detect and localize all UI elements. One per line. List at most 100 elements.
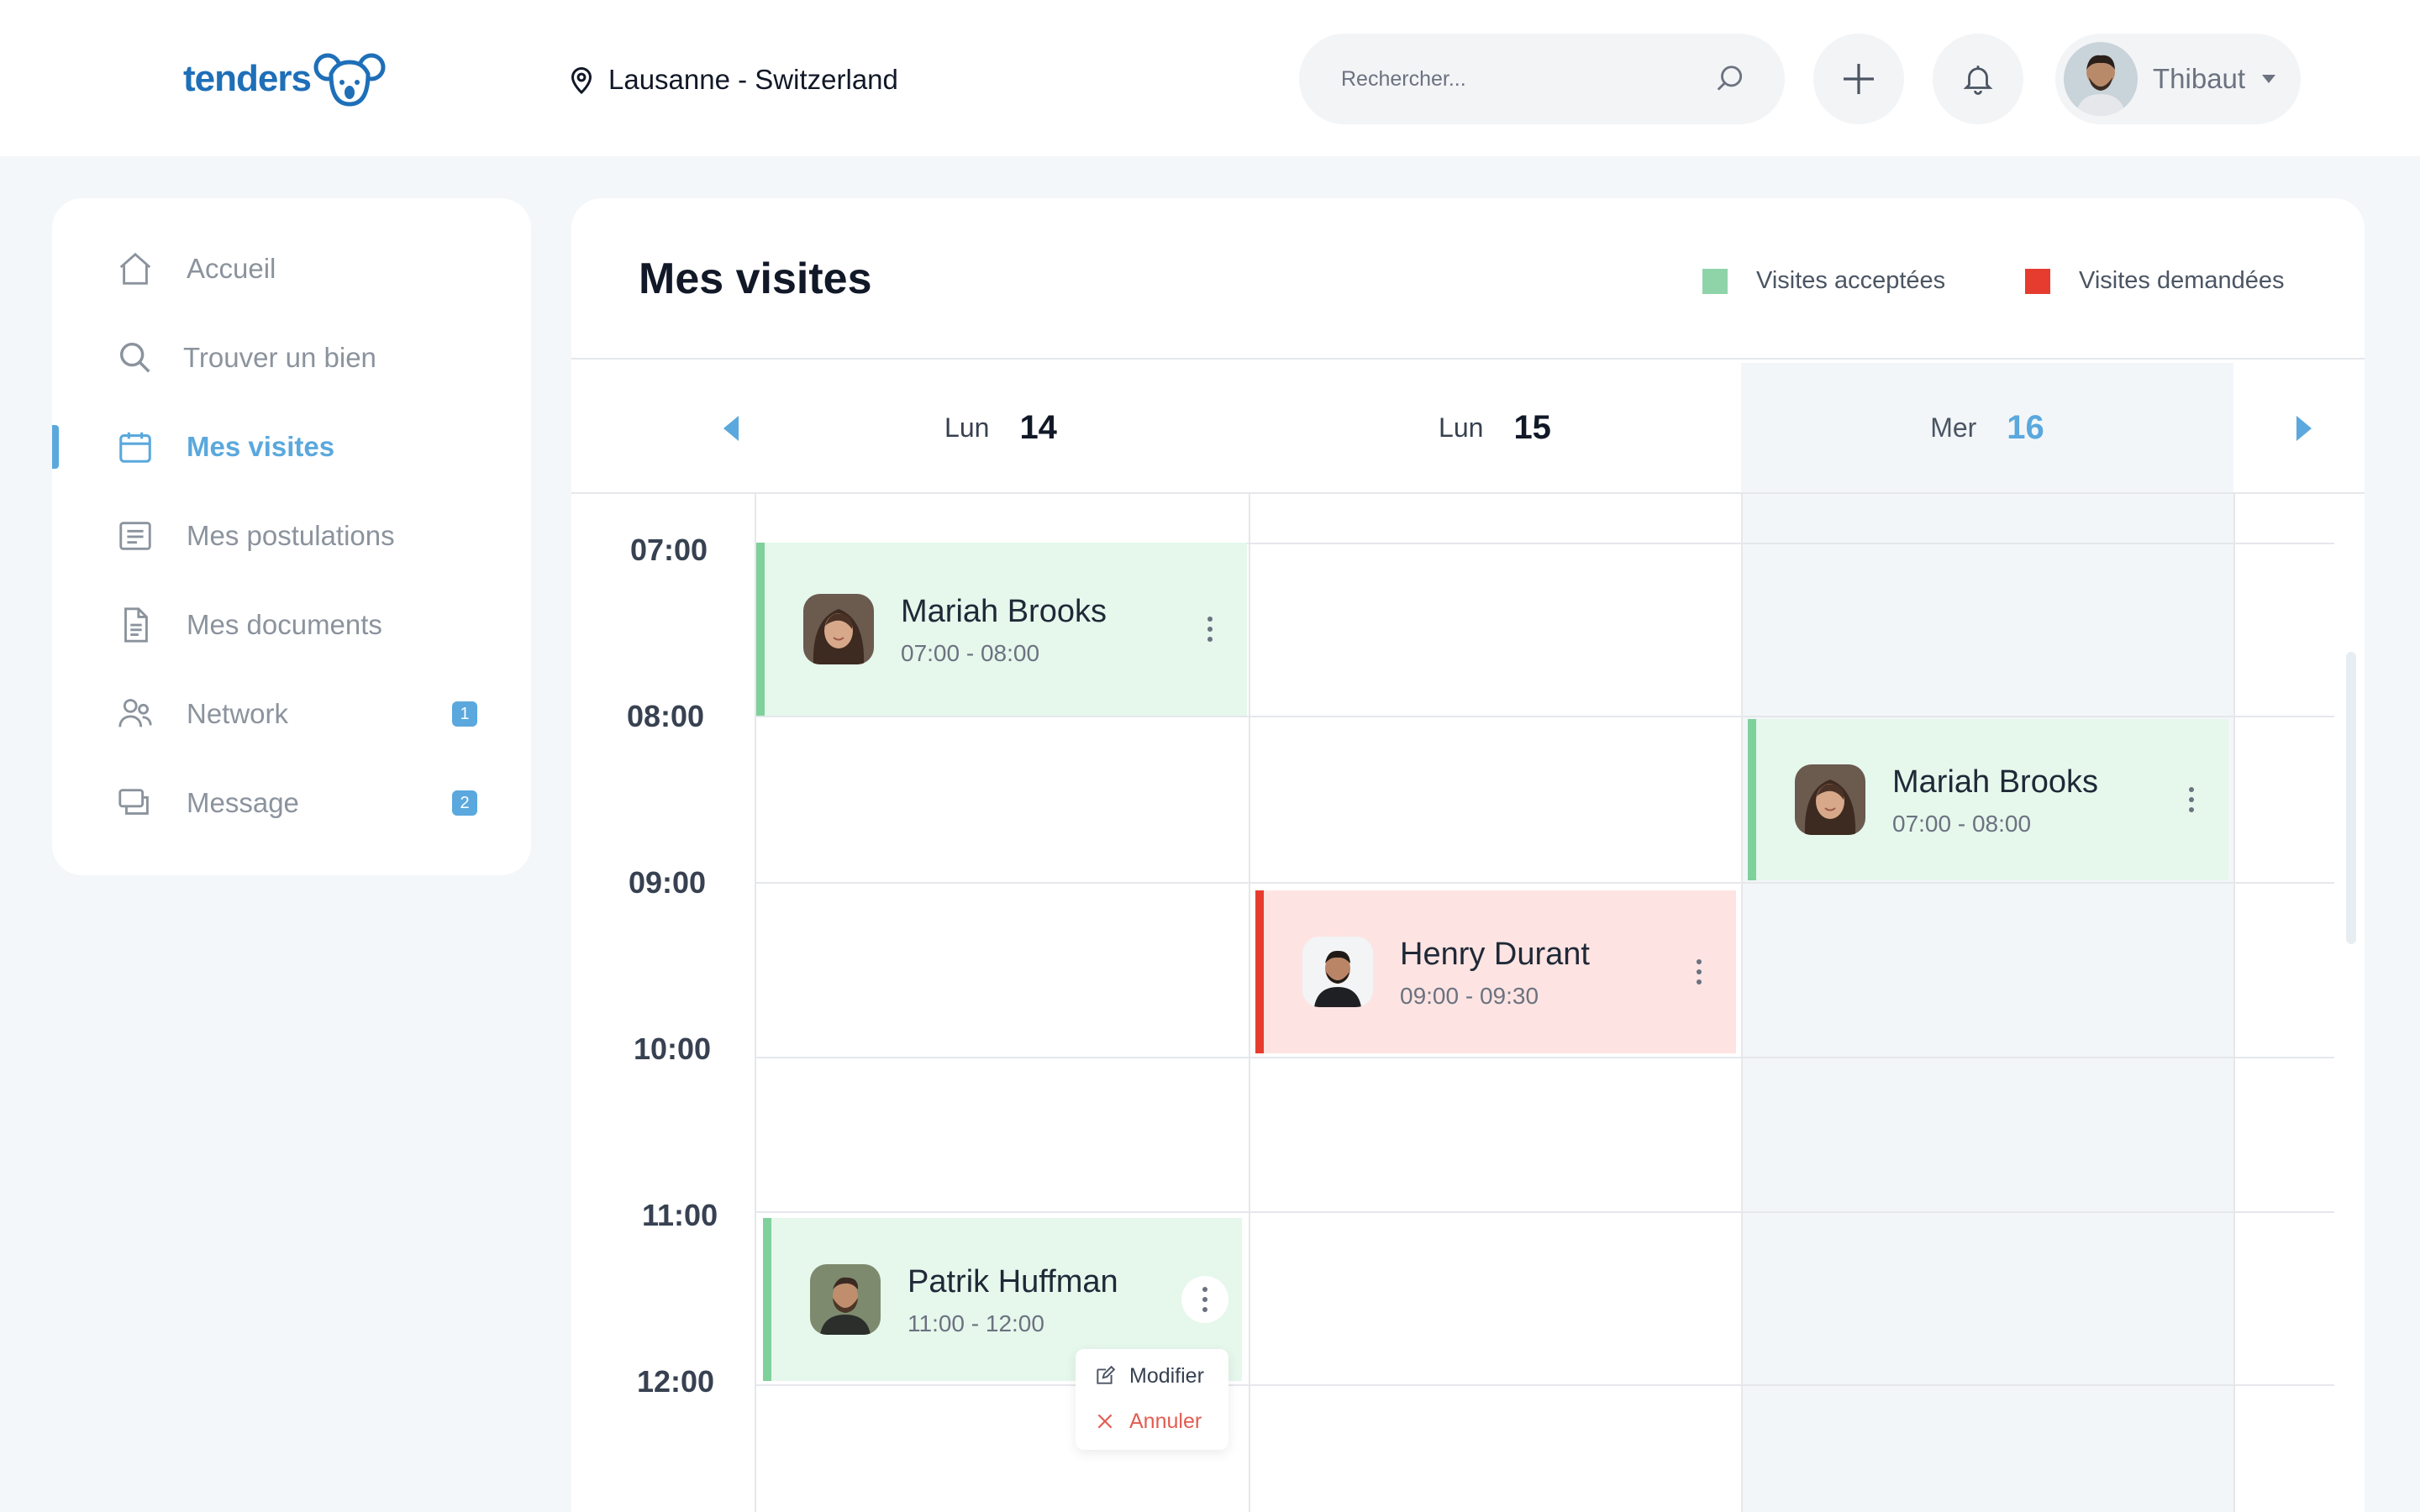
sidebar: Accueil Trouver un bien Mes visites Mes … [52,198,531,875]
accepted-swatch [1702,268,1728,294]
cancel-label: Annuler [1129,1409,1202,1433]
event-menu-button[interactable] [1676,948,1723,995]
more-vertical-icon [1207,614,1213,644]
sidebar-item-message[interactable]: Message 2 [52,768,531,838]
user-name: Thibaut [2153,63,2246,94]
top-bar: tenders Lausanne - Switzerland Recherche… [0,0,2420,156]
home-icon [119,252,151,285]
avatar [803,594,874,664]
notifications-button[interactable] [1933,34,2023,124]
visitor-name: Mariah Brooks [1892,764,2098,800]
divider [571,358,2365,360]
calendar-icon [119,432,151,463]
avatar [1795,764,1865,835]
time-label: 10:00 [634,1032,712,1066]
day-header-1[interactable]: Lun 15 [1249,363,1741,492]
visit-time: 07:00 - 08:00 [1892,811,2032,837]
add-button[interactable] [1813,34,1904,124]
sidebar-item-label: Mes visites [187,431,335,462]
main-panel: Mes visites Visites acceptées Visites de… [571,198,2365,1512]
sidebar-item-trouver-un-bien[interactable]: Trouver un bien [52,323,531,393]
hour-line [755,716,2334,717]
visit-event[interactable]: Mariah Brooks 07:00 - 08:00 [756,543,1247,716]
day-header-0[interactable]: Lun 14 [755,363,1247,492]
sidebar-item-mes-postulations[interactable]: Mes postulations [52,501,531,571]
sidebar-item-network[interactable]: Network 1 [52,679,531,749]
more-vertical-icon [2189,785,2194,815]
visitor-name: Patrik Huffman [908,1264,1118,1299]
plus-icon [1844,64,1874,94]
location-text: Lausanne - Switzerland [608,64,898,95]
document-icon [124,607,148,643]
previous-week-button[interactable] [714,412,748,445]
search-bar[interactable] [1299,34,1785,124]
hour-line [755,1211,2334,1213]
avatar [1302,937,1373,1007]
avatar [810,1264,881,1335]
location-pin-icon [571,67,592,95]
day-number: 16 [2007,408,2044,446]
day-name: Lun [1439,412,1484,443]
sidebar-item-accueil[interactable]: Accueil [52,234,531,304]
selected-day-column [1741,494,2233,1512]
next-week-button[interactable] [2287,412,2321,445]
requested-swatch [2025,268,2050,294]
visit-time: 07:00 - 08:00 [901,640,1040,666]
visit-event[interactable]: Mariah Brooks 07:00 - 08:00 [1748,719,2228,880]
hour-line [755,882,2334,884]
count-badge: 2 [452,790,477,816]
chevron-left-icon [723,416,739,441]
visitor-name: Mariah Brooks [901,594,1107,629]
more-vertical-icon [1697,957,1702,987]
event-menu-button[interactable] [1186,606,1234,653]
day-name: Mer [1930,412,1977,443]
sidebar-item-mes-documents[interactable]: Mes documents [52,590,531,660]
cancel-menu-item[interactable]: Annuler [1094,1404,1202,1438]
scrollbar[interactable] [2346,652,2356,944]
event-context-menu: Modifier Annuler [1076,1349,1228,1450]
hour-line [755,1384,2334,1386]
edit-menu-item[interactable]: Modifier [1094,1359,1204,1393]
location[interactable]: Lausanne - Switzerland [566,59,898,101]
search-input[interactable] [1341,66,1714,92]
sidebar-item-mes-visites[interactable]: Mes visites [52,412,531,482]
time-label: 08:00 [627,699,705,733]
count-badge: 1 [452,701,477,727]
chat-icon [118,789,149,815]
event-details: Patrik Huffman 11:00 - 12:00 [908,1262,1118,1337]
visit-time: 09:00 - 09:30 [1400,983,1539,1009]
time-label: 09:00 [629,865,707,900]
column-divider [2233,494,2235,1512]
day-number: 14 [1019,408,1057,446]
page-title: Mes visites [639,255,872,303]
event-details: Mariah Brooks 07:00 - 08:00 [901,591,1107,667]
visit-event[interactable]: Henry Durant 09:00 - 09:30 [1255,890,1736,1053]
sidebar-item-label: Mes documents [187,609,382,640]
event-details: Mariah Brooks 07:00 - 08:00 [1892,762,2098,837]
logo[interactable]: tenders [183,49,387,109]
event-menu-button[interactable] [1181,1276,1228,1323]
event-details: Henry Durant 09:00 - 09:30 [1400,934,1590,1010]
koala-logo-icon [313,53,386,107]
search-icon [119,342,150,373]
avatar [2064,42,2138,116]
users-icon [118,699,152,727]
close-icon [1097,1414,1113,1429]
time-label: 07:00 [630,533,708,567]
visit-time: 11:00 - 12:00 [908,1310,1044,1336]
day-number: 15 [1513,408,1551,446]
time-label: 11:00 [642,1198,718,1232]
day-header-2[interactable]: Mer 16 [1741,363,2233,492]
legend-label: Visites acceptées [1756,267,1946,294]
event-menu-button[interactable] [2168,776,2215,823]
user-menu[interactable]: Thibaut [2055,34,2301,124]
search-icon[interactable] [1714,63,1746,95]
chevron-right-icon [2296,416,2312,441]
edit-icon [1097,1365,1116,1384]
sidebar-item-label: Mes postulations [187,520,395,551]
bell-icon [1963,66,1993,95]
legend-accepted: Visites acceptées [1702,267,1945,295]
day-name: Lun [944,412,990,443]
column-divider [1741,494,1743,1512]
hour-line [755,1057,2334,1058]
